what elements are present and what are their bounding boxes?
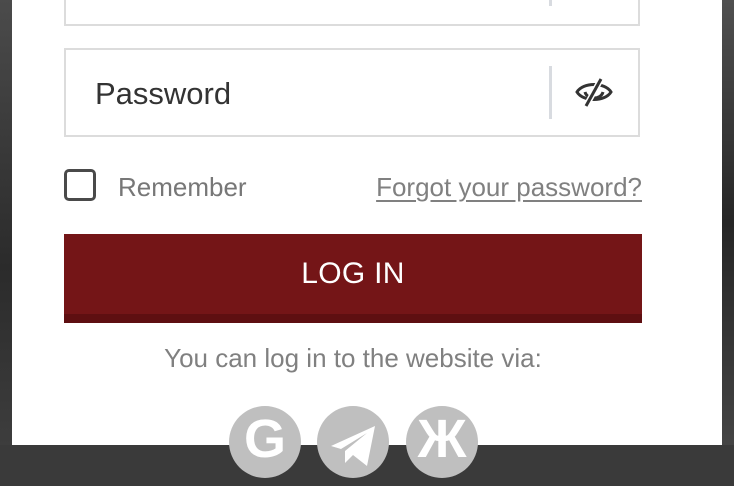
google-icon: G [243,409,286,469]
field-divider [549,66,552,119]
field-divider [549,0,552,6]
vk-icon: Ж [417,409,467,469]
remember-label[interactable]: Remember [118,172,247,203]
telegram-login-button[interactable] [317,406,389,478]
login-button[interactable]: LOG IN [64,234,642,323]
remember-row: Remember Forgot your password? [64,167,642,207]
eye-off-icon [575,77,613,108]
google-login-button[interactable]: G [229,406,301,478]
social-login-buttons: G Ж [229,406,489,486]
backdrop-left [0,0,12,445]
forgot-password-link[interactable]: Forgot your password? [376,172,642,203]
social-login-caption: You can log in to the website via: [164,343,542,373]
login-field[interactable] [64,0,640,26]
telegram-icon [331,426,375,466]
show-password-toggle[interactable] [574,76,614,109]
remember-checkbox[interactable] [64,169,96,201]
login-modal: Remember Forgot your password? LOG IN Yo… [12,0,722,478]
password-input[interactable] [93,50,547,137]
password-field[interactable] [64,48,640,137]
backdrop-right [722,0,734,445]
vk-login-button[interactable]: Ж [406,406,478,478]
